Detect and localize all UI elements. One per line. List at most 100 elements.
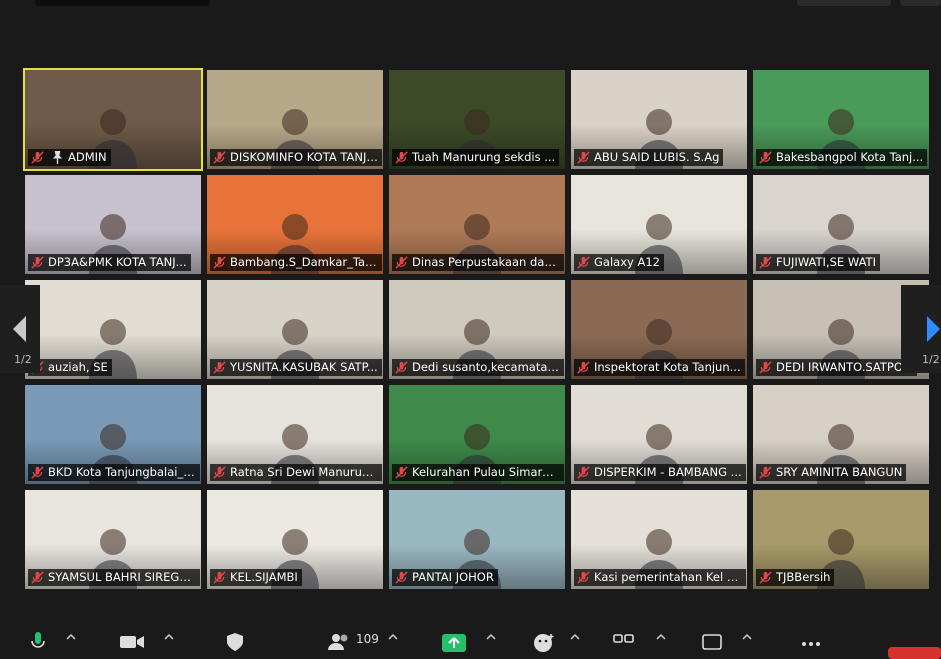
participant-tile[interactable]: Ratna Sri Dewi Manurun... — [207, 385, 383, 484]
participants-options-chevron[interactable] — [388, 632, 398, 655]
mute-button[interactable] — [30, 632, 46, 655]
more-button[interactable] — [800, 632, 822, 655]
participant-tile[interactable]: YUSNITA.KASUBAK SATP... — [207, 280, 383, 379]
audio-options-chevron[interactable] — [66, 632, 76, 655]
participant-name-label: Ratna Sri Dewi Manurun... — [210, 464, 382, 481]
participant-tile[interactable]: auziah, SE — [25, 280, 201, 379]
participant-name-label: FUJIWATI,SE WATI — [756, 254, 880, 271]
view-button[interactable] — [797, 0, 891, 6]
muted-microphone-icon — [31, 151, 44, 164]
muted-microphone-icon — [31, 571, 44, 584]
participant-name: KEL.SIJAMBI — [230, 570, 298, 584]
participant-name: Ratna Sri Dewi Manurun... — [230, 465, 378, 479]
participant-tile[interactable]: DP3A&PMK KOTA TANJ... — [25, 175, 201, 274]
participant-name-label: DISPERKIM - BAMBANG ... — [574, 464, 746, 481]
microphone-icon — [31, 632, 45, 648]
muted-microphone-icon — [759, 256, 772, 269]
participant-tile[interactable]: DISKOMINFO KOTA TANJU... — [207, 70, 383, 169]
participant-tile[interactable]: BKD Kota Tanjungbalai_I... — [25, 385, 201, 484]
chevron-up-icon — [388, 633, 398, 640]
participant-tile[interactable]: Kasi pemerintahan Kel B... — [571, 490, 747, 589]
participant-name: ADMIN — [68, 150, 107, 164]
chevron-up-icon — [742, 633, 752, 640]
participant-tile[interactable]: SYAMSUL BAHRI SIREGA... — [25, 490, 201, 589]
participant-name: DEDI IRWANTO.SATPO... — [776, 360, 914, 374]
muted-microphone-icon — [395, 256, 408, 269]
chevron-left-icon — [13, 316, 26, 342]
muted-microphone-icon — [31, 466, 44, 479]
reactions-button[interactable] — [533, 632, 555, 655]
participant-count: 109 — [356, 632, 379, 646]
video-options-chevron[interactable] — [164, 632, 174, 655]
participant-tile[interactable]: Tuah Manurung sekdis ... — [389, 70, 565, 169]
participant-name-label: SYAMSUL BAHRI SIREGA... — [28, 569, 200, 586]
participant-tile[interactable]: SRY AMINITA BANGUN — [753, 385, 929, 484]
video-button[interactable] — [120, 632, 144, 655]
reactions-options-chevron[interactable] — [570, 632, 580, 655]
muted-microphone-icon — [759, 151, 772, 164]
muted-microphone-icon — [395, 466, 408, 479]
participant-name-label: ADMIN — [28, 149, 111, 166]
muted-microphone-icon — [759, 571, 772, 584]
participant-name-label: TJBBersih — [756, 569, 835, 586]
security-button[interactable] — [226, 632, 244, 655]
muted-microphone-icon — [577, 361, 590, 374]
participant-name: DISKOMINFO KOTA TANJU... — [230, 150, 378, 164]
apps-button[interactable] — [613, 632, 635, 655]
participant-tile[interactable]: PANTAI JOHOR — [389, 490, 565, 589]
share-options-chevron[interactable] — [486, 632, 496, 655]
participant-name-label: DP3A&PMK KOTA TANJ... — [28, 254, 191, 271]
top-bar — [0, 0, 941, 18]
participant-name: Galaxy A12 — [594, 255, 660, 269]
whiteboard-button[interactable] — [702, 632, 724, 655]
participant-name: TJBBersih — [776, 570, 831, 584]
share-screen-button[interactable] — [442, 632, 466, 655]
whiteboard-options-chevron[interactable] — [742, 632, 752, 655]
participant-name: SYAMSUL BAHRI SIREGA... — [48, 570, 196, 584]
muted-microphone-icon — [213, 361, 226, 374]
participant-name: DISPERKIM - BAMBANG ... — [594, 465, 742, 479]
more-dots-icon — [802, 642, 820, 646]
participant-name: Dinas Perpustakaan dan... — [412, 255, 560, 269]
muted-microphone-icon — [577, 571, 590, 584]
muted-microphone-icon — [213, 151, 226, 164]
participant-name: Tuah Manurung sekdis ... — [412, 150, 556, 164]
share-screen-icon — [442, 634, 466, 652]
participants-button[interactable] — [328, 632, 350, 655]
participant-tile[interactable]: Dedi susanto,kecamatan... — [389, 280, 565, 379]
apps-options-chevron[interactable] — [656, 632, 666, 655]
participant-tile[interactable]: Kelurahan Pulau Simard... — [389, 385, 565, 484]
muted-microphone-icon — [213, 256, 226, 269]
participant-name: SRY AMINITA BANGUN — [776, 465, 903, 479]
participant-name: Dedi susanto,kecamatan... — [412, 360, 560, 374]
participant-tile[interactable]: KEL.SIJAMBI — [207, 490, 383, 589]
participant-tile[interactable]: ABU SAID LUBIS. S.Ag — [571, 70, 747, 169]
participant-name-label: Kasi pemerintahan Kel B... — [574, 569, 746, 586]
participant-name: Bakesbangpol Kota Tanj... — [776, 150, 924, 164]
chevron-up-icon — [164, 633, 174, 640]
chevron-up-icon — [656, 633, 666, 640]
participant-name-label: Bambang.S_Damkar_Tan... — [210, 254, 382, 271]
participant-tile[interactable]: ADMIN — [23, 68, 203, 171]
page-indicator-left: 1/2 — [14, 353, 32, 366]
participant-tile[interactable]: Dinas Perpustakaan dan... — [389, 175, 565, 274]
participant-name-label: Galaxy A12 — [574, 254, 664, 271]
muted-microphone-icon — [31, 256, 44, 269]
end-meeting-button[interactable] — [888, 647, 941, 659]
participant-tile[interactable]: TJBBersih — [753, 490, 929, 589]
participant-tile[interactable]: Bambang.S_Damkar_Tan... — [207, 175, 383, 274]
pin-icon — [52, 150, 63, 165]
participant-name-label: YUSNITA.KASUBAK SATP... — [210, 359, 382, 376]
fullscreen-button[interactable] — [900, 0, 941, 6]
participant-name-label: Inspektorat Kota Tanjun... — [574, 359, 745, 376]
top-bar-element — [35, 0, 210, 6]
meeting-toolbar: 109 — [0, 628, 941, 655]
chevron-up-icon — [66, 633, 76, 640]
participant-tile[interactable]: DISPERKIM - BAMBANG ... — [571, 385, 747, 484]
participant-name-label: SRY AMINITA BANGUN — [756, 464, 907, 481]
participant-tile[interactable]: FUJIWATI,SE WATI — [753, 175, 929, 274]
participant-tile[interactable]: Galaxy A12 — [571, 175, 747, 274]
chevron-up-icon — [486, 633, 496, 640]
participant-tile[interactable]: Inspektorat Kota Tanjun... — [571, 280, 747, 379]
participant-tile[interactable]: Bakesbangpol Kota Tanj... — [753, 70, 929, 169]
